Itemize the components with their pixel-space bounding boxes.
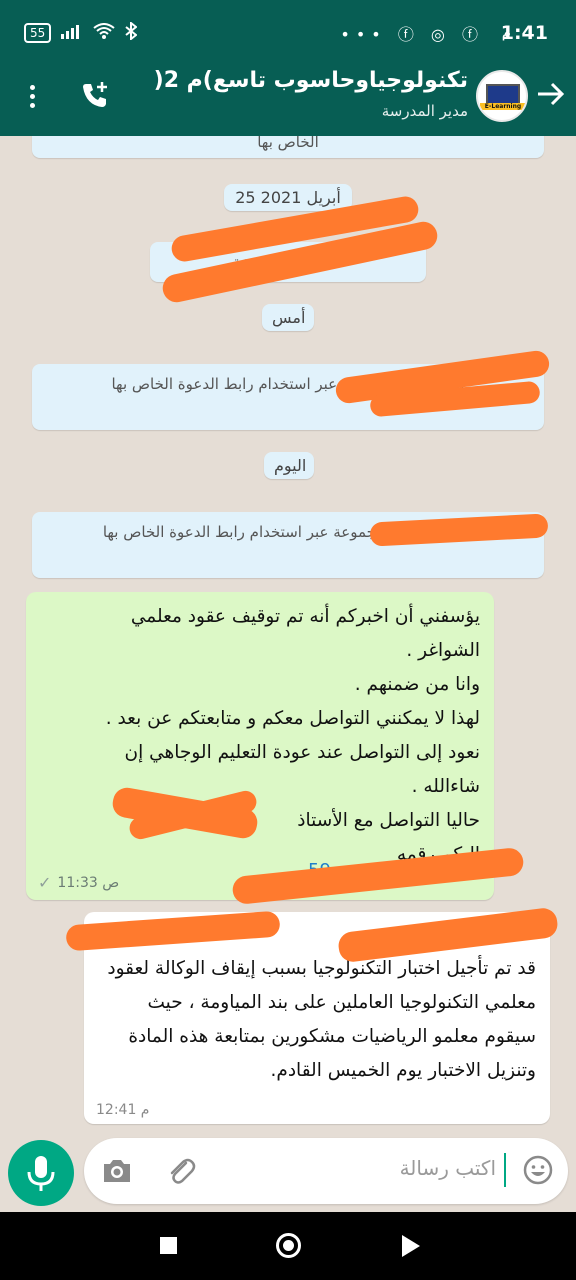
facebook-icon: ⓕ bbox=[397, 25, 420, 44]
signal-icon bbox=[61, 23, 83, 43]
voice-message-button[interactable] bbox=[8, 1140, 74, 1206]
text-caret bbox=[504, 1153, 506, 1187]
message-time: 12:41 م bbox=[96, 1102, 150, 1118]
chat-area[interactable]: الخاص بها 25 أبريل 2021 غادر ... المجموع… bbox=[0, 136, 576, 1136]
avatar-label: E-Learning bbox=[480, 103, 526, 110]
instagram-icon: ◎ bbox=[430, 25, 451, 44]
more-options-icon[interactable] bbox=[22, 82, 42, 112]
system-nav-bar bbox=[0, 1212, 576, 1280]
single-check-icon: ✓ bbox=[38, 873, 52, 892]
microphone-icon bbox=[27, 1156, 55, 1191]
group-avatar[interactable]: E-Learning bbox=[476, 70, 528, 122]
attach-icon[interactable] bbox=[164, 1154, 198, 1188]
status-app-icons: ••• ⓕ ◎ ⓕ bbox=[340, 21, 484, 45]
recents-icon[interactable] bbox=[160, 1237, 177, 1254]
camera-icon[interactable] bbox=[100, 1155, 134, 1187]
message-time: 11:33 ص bbox=[57, 874, 120, 891]
add-call-icon[interactable] bbox=[78, 78, 112, 112]
back-icon[interactable] bbox=[402, 1235, 420, 1257]
message-text: يؤسفني أن اخبركم أنه تم توقيف عقود معلمي… bbox=[105, 606, 480, 865]
home-icon[interactable] bbox=[276, 1233, 301, 1258]
message-meta: ✓ 11:33 ص bbox=[38, 873, 119, 892]
chat-subtitle: مدير المدرسة bbox=[381, 102, 468, 120]
system-message: الخاص بها bbox=[32, 136, 544, 158]
message-input[interactable]: اكتب رسالة bbox=[400, 1156, 496, 1180]
status-bar: 55 ••• ⓕ ◎ ⓕ م 1:41 bbox=[0, 0, 576, 56]
status-time: 1:41 bbox=[500, 22, 548, 44]
chat-header[interactable]: E-Learning تكنولوجياوحاسوب تاسع)م 2( مدي… bbox=[0, 56, 576, 136]
emoji-icon[interactable] bbox=[522, 1154, 554, 1186]
chat-title: تكنولوجياوحاسوب تاسع)م 2( bbox=[153, 68, 468, 93]
battery-icon: 55 bbox=[24, 23, 52, 43]
date-separator: 25 أبريل 2021 bbox=[224, 184, 352, 211]
date-separator: اليوم bbox=[264, 452, 314, 479]
back-arrow-icon[interactable] bbox=[534, 78, 566, 110]
more-dots-icon: ••• bbox=[340, 25, 387, 44]
message-composer[interactable]: اكتب رسالة bbox=[84, 1138, 568, 1204]
date-separator: أمس bbox=[262, 304, 314, 331]
status-left-icons: 55 bbox=[24, 20, 138, 44]
facebook-icon: ⓕ bbox=[461, 25, 484, 44]
message-text: قد تم تأجيل اختبار التكنولوجيا بسبب إيقا… bbox=[107, 958, 536, 1081]
bluetooth-icon bbox=[125, 20, 138, 44]
wifi-icon bbox=[93, 23, 115, 43]
outgoing-message[interactable]: يؤسفني أن اخبركم أنه تم توقيف عقود معلمي… bbox=[26, 592, 494, 900]
